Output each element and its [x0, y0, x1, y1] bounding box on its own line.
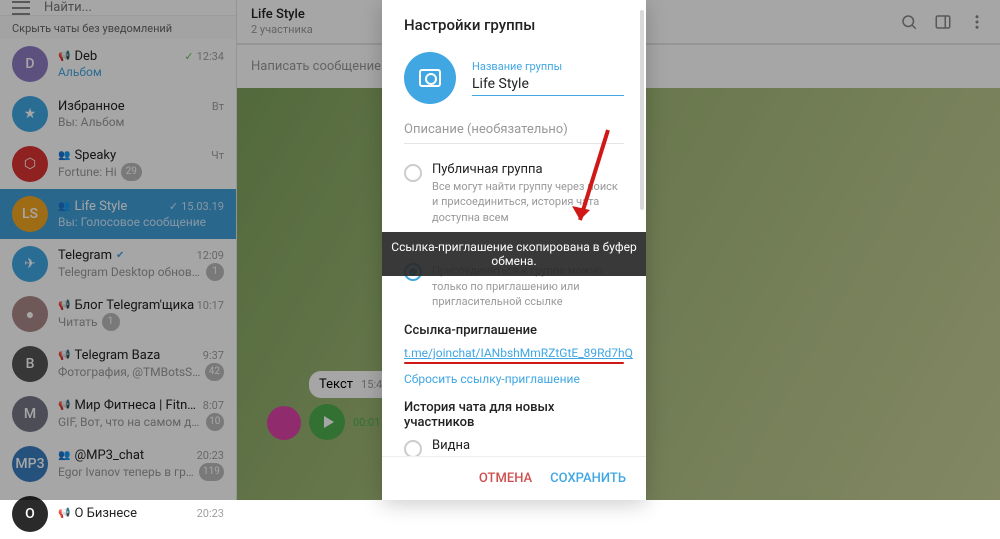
chat-time: 20:23	[197, 507, 224, 520]
history-visible-radio[interactable]: Видна Новые участники будут видеть полну…	[404, 438, 624, 456]
reset-link[interactable]: Сбросить ссылку-приглашение	[404, 372, 624, 386]
group-name-input[interactable]	[472, 73, 624, 96]
visible-label: Видна	[432, 438, 624, 453]
name-label: Название группы	[472, 60, 624, 73]
history-section: История чата для новых участников	[404, 400, 624, 430]
avatar: О	[12, 496, 48, 532]
radio-icon	[404, 440, 422, 456]
group-settings-modal: Настройки группы Название группы Описани…	[382, 0, 646, 500]
modal-title: Настройки группы	[404, 16, 624, 34]
chat-type-icon: 📢	[58, 508, 70, 519]
annotation-underline	[404, 362, 624, 364]
invite-link[interactable]: t.me/joinchat/IANbshMmRZtGtE_89Rd7hQ	[404, 346, 624, 360]
annotation-arrow-icon	[568, 120, 618, 240]
visible-desc: Новые участники будут видеть полную исто…	[432, 455, 624, 456]
save-button[interactable]: СОХРАНИТЬ	[550, 471, 626, 486]
group-avatar[interactable]	[404, 52, 456, 104]
cancel-button[interactable]: ОТМЕНА	[479, 471, 532, 486]
invite-link-section: Ссылка-приглашение	[404, 323, 624, 338]
chat-title: О Бизнесе	[74, 506, 137, 521]
scrollbar[interactable]	[640, 10, 644, 210]
camera-icon	[419, 69, 441, 87]
radio-icon	[404, 164, 422, 182]
